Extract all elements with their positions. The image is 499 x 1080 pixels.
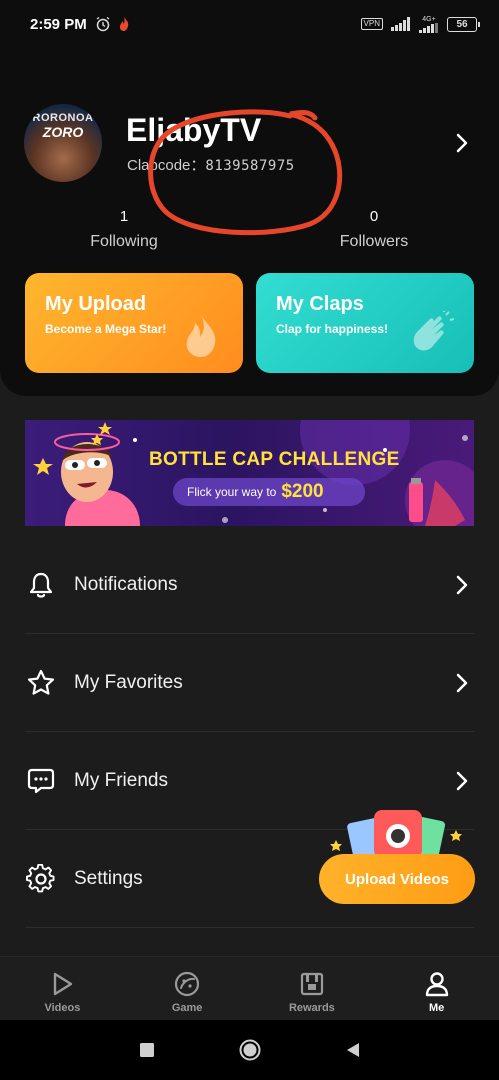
menu-label-notifications: Notifications — [74, 574, 178, 595]
recent-apps-icon[interactable] — [139, 1042, 155, 1058]
menu-label-my-favorites: My Favorites — [74, 672, 183, 693]
status-bar: 2:59 PM VPN 4G+ 56 — [0, 0, 499, 48]
chevron-right-icon[interactable] — [451, 132, 473, 154]
clap-code-label: Clapcode： — [127, 157, 206, 174]
nav-item-game[interactable]: Game — [125, 957, 250, 1020]
nav-label-me: Me — [428, 1001, 445, 1014]
my-upload-card[interactable]: My Upload Become a Mega Star! — [25, 273, 243, 373]
clap-hands-icon — [413, 311, 455, 351]
battery-indicator: 56 — [447, 16, 480, 32]
menu-item-my-favorites[interactable]: My Favorites — [0, 634, 499, 732]
network-label: 4G+ — [422, 15, 436, 23]
avatar-caption-sub: ZORO — [42, 124, 84, 140]
system-navigation-bar — [0, 1020, 499, 1080]
clap-code: Clapcode：8139587975 — [127, 154, 295, 175]
status-time: 2:59 PM — [30, 15, 87, 33]
game-icon — [175, 971, 200, 996]
nav-label-rewards: Rewards — [288, 1001, 335, 1014]
followers-count: 0 — [369, 208, 379, 225]
avatar-caption: RORONOA — [32, 112, 94, 124]
clap-code-value: 8139587975 — [205, 158, 295, 174]
banner-artwork — [33, 420, 474, 526]
banner-title: BOTTLE CAP CHALLENGE — [149, 449, 400, 470]
flame-icon — [186, 315, 216, 357]
followers-stat[interactable]: 0 Followers — [304, 208, 444, 251]
person-icon — [425, 971, 448, 996]
chevron-right-icon — [456, 771, 468, 791]
bottle-cap-challenge-banner[interactable]: BOTTLE CAP CHALLENGE Flick your way to $… — [25, 420, 474, 526]
nav-item-me[interactable]: Me — [374, 957, 499, 1020]
star-icon — [27, 669, 55, 695]
vpn-badge: VPN — [360, 18, 383, 30]
signal-icon-secondary — [419, 22, 438, 33]
bell-icon — [29, 572, 53, 598]
profile-card: RORONOA ZORO EljabyTV Clapcode：813958797… — [0, 48, 499, 396]
back-icon[interactable] — [345, 1042, 361, 1058]
following-count: 1 — [119, 208, 129, 225]
following-stat[interactable]: 1 Following — [54, 208, 194, 251]
chevron-right-icon — [456, 575, 468, 595]
menu-label-my-friends: My Friends — [74, 770, 168, 791]
menu-item-notifications[interactable]: Notifications — [0, 536, 499, 634]
menu-label-settings: Settings — [74, 868, 143, 889]
flame-notification-icon — [119, 17, 128, 31]
rewards-icon — [300, 972, 323, 995]
chevron-right-icon — [456, 673, 468, 693]
gear-icon — [26, 864, 55, 893]
profile-name: EljabyTV — [126, 112, 262, 148]
my-claps-card[interactable]: My Claps Clap for happiness! — [256, 273, 474, 373]
avatar[interactable]: RORONOA ZORO — [24, 104, 102, 182]
chat-icon — [27, 768, 55, 794]
banner-amount: $200 — [281, 481, 324, 502]
nav-item-rewards[interactable]: Rewards — [250, 957, 375, 1020]
play-icon — [54, 972, 73, 995]
banner-subtitle-pill: Flick your way to $200 — [173, 478, 365, 506]
signal-icon — [391, 17, 410, 31]
banner-subtitle: Flick your way to — [187, 485, 277, 499]
alarm-icon — [96, 16, 110, 32]
following-label: Following — [90, 233, 158, 250]
home-icon[interactable] — [239, 1039, 261, 1061]
upload-videos-button[interactable]: Upload Videos — [319, 854, 475, 904]
nav-label-videos: Videos — [44, 1001, 81, 1014]
bottom-nav: Videos Game Rewards Me — [0, 956, 499, 1020]
nav-label-game: Game — [171, 1001, 203, 1014]
followers-label: Followers — [339, 233, 409, 250]
nav-item-videos[interactable]: Videos — [0, 957, 125, 1020]
